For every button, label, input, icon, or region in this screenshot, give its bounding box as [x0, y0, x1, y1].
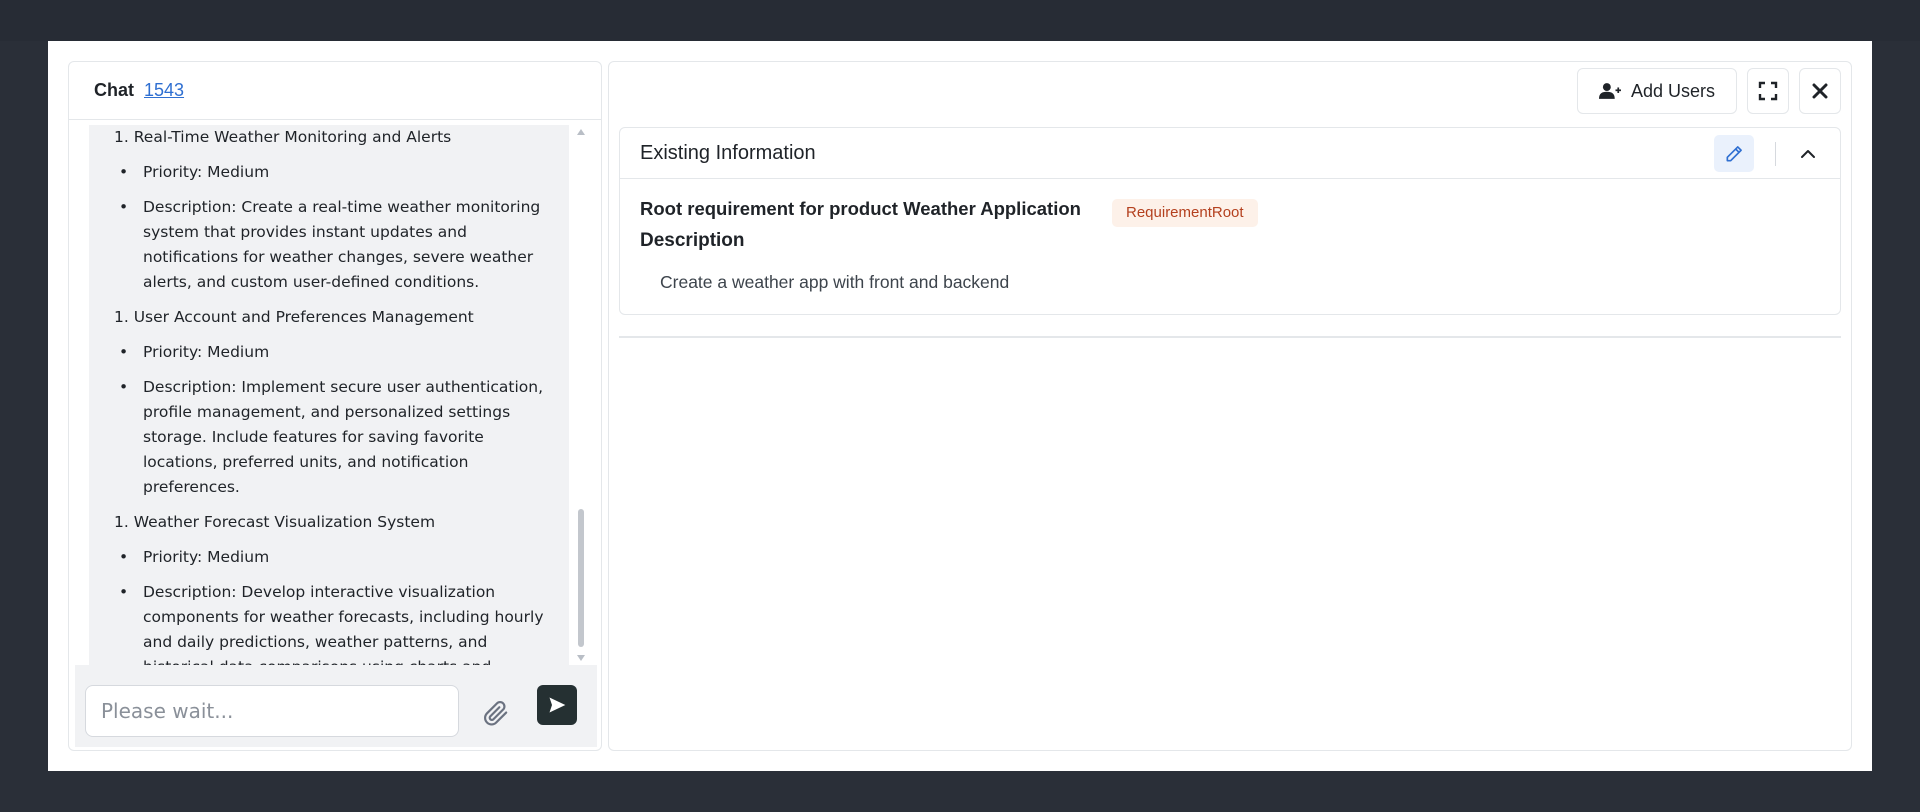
fullscreen-button[interactable] [1747, 68, 1789, 114]
scroll-thumb[interactable] [578, 509, 584, 647]
information-panel: Add Users Existing Information Root requ… [608, 61, 1852, 751]
header-divider [1775, 142, 1776, 166]
add-users-button[interactable]: Add Users [1577, 68, 1737, 114]
close-icon [1812, 83, 1828, 99]
message-bullet: Priority: Medium [114, 545, 549, 570]
message-block: 1. Weather Forecast Visualization System… [89, 510, 569, 665]
message-bullet: Description: Develop interactive visuali… [114, 580, 549, 665]
send-button[interactable] [537, 685, 577, 725]
send-icon [549, 697, 566, 713]
message-bullet: Priority: Medium [114, 160, 549, 185]
message-block: 1. User Account and Preferences Manageme… [89, 305, 569, 500]
user-plus-icon [1598, 83, 1621, 99]
message-block: 1. Real-Time Weather Monitoring and Aler… [89, 125, 569, 295]
chat-header: Chat 1543 [69, 62, 601, 120]
chat-composer [75, 665, 597, 747]
section-divider [619, 336, 1841, 338]
chat-title: Chat [94, 80, 134, 100]
chat-message-list[interactable]: 1. Real-Time Weather Monitoring and Aler… [89, 125, 569, 665]
card-header: Existing Information [620, 128, 1840, 179]
edit-button[interactable] [1714, 135, 1754, 172]
message-heading: 1. Real-Time Weather Monitoring and Aler… [114, 128, 452, 146]
message-bullet: Description: Implement secure user authe… [114, 375, 549, 500]
page-backdrop [0, 0, 1920, 41]
expand-icon [1758, 81, 1778, 101]
chat-panel: Chat 1543 1. Real-Time Weather Monitorin… [68, 61, 602, 751]
add-users-label: Add Users [1630, 80, 1716, 101]
paperclip-icon [484, 701, 508, 726]
requirement-type-badge: RequirementRoot [1112, 199, 1258, 227]
attach-button[interactable] [481, 698, 511, 728]
scroll-up-arrow-icon[interactable] [577, 129, 585, 135]
description-label: Description [640, 230, 745, 251]
close-button[interactable] [1799, 68, 1841, 114]
pencil-icon [1726, 145, 1742, 161]
chat-scrollbar[interactable] [575, 125, 587, 665]
message-bullet: Description: Create a real-time weather … [114, 195, 549, 295]
description-text: Create a weather app with front and back… [660, 272, 1010, 292]
modal-dialog: Chat 1543 1. Real-Time Weather Monitorin… [48, 41, 1872, 771]
collapse-button[interactable] [1792, 138, 1824, 170]
chevron-up-icon [1801, 150, 1815, 158]
chat-id-link[interactable]: 1543 [144, 80, 184, 101]
message-heading: 1. Weather Forecast Visualization System [114, 513, 436, 531]
card-title: Existing Information [640, 142, 816, 164]
scroll-down-arrow-icon[interactable] [577, 655, 585, 661]
message-bullet: Priority: Medium [114, 340, 549, 365]
existing-information-card: Existing Information Root requirement fo… [619, 127, 1841, 315]
requirement-title: Root requirement for product Weather App… [640, 198, 1081, 219]
chat-message-input[interactable] [85, 685, 459, 737]
message-heading: 1. User Account and Preferences Manageme… [114, 308, 474, 326]
